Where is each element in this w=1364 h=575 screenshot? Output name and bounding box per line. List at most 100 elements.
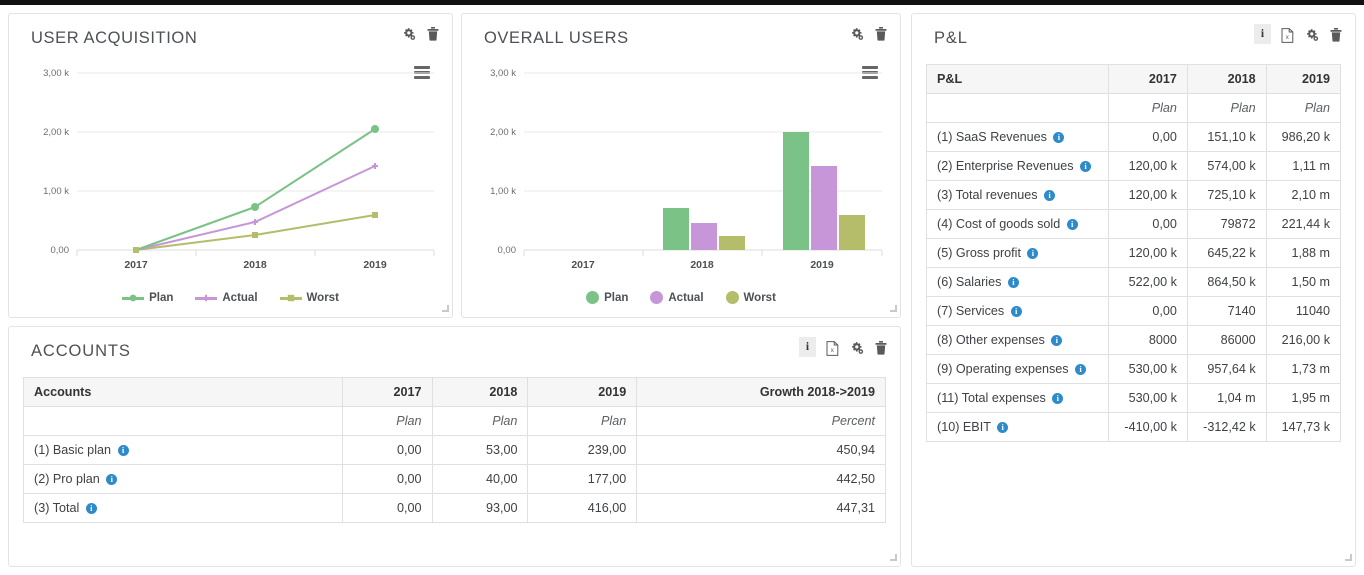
row-info-icon[interactable]: i <box>1080 161 1091 172</box>
pl-column-header: 2017 <box>1108 64 1188 94</box>
panel-resize-handle[interactable] <box>1343 554 1352 563</box>
panel-title: OVERALL USERS <box>484 29 629 47</box>
table-row[interactable]: (5) Gross profit i 120,00 k 645,22 k 1,88 m <box>925 238 1342 268</box>
accounts-table-area: Accounts 2017 2018 2019 Growth 2018->2019 Pl… <box>9 373 900 523</box>
panel-resize-handle[interactable] <box>888 554 897 563</box>
info-icon[interactable]: i <box>799 337 816 357</box>
table-row[interactable]: (3) Total i 0,00 93,00 416,00 447,31 <box>23 493 886 523</box>
row-info-icon[interactable]: i <box>106 474 118 485</box>
table-row[interactable]: (1) Basic plan i 0,00 53,00 239,00 450,94 <box>23 435 886 465</box>
svg-text:2017: 2017 <box>124 259 148 271</box>
panel-header-icons: i x <box>799 337 888 357</box>
pl-value-cell: 216,00 k <box>1265 325 1342 355</box>
export-xls-icon[interactable]: x <box>825 340 840 356</box>
panel-accounts: ACCOUNTS i x Accounts 2017 2018 2019 Gro… <box>8 326 901 567</box>
panel-header-icons <box>849 26 888 42</box>
pl-value-cell: 2,10 m <box>1265 180 1342 210</box>
table-row[interactable]: (4) Cost of goods sold i 0,00 79872 221,44 … <box>925 209 1342 239</box>
gear-icon[interactable] <box>849 26 864 42</box>
row-info-icon[interactable]: i <box>1051 335 1063 346</box>
legend-item-actual[interactable]: Actual <box>650 291 704 304</box>
trash-icon[interactable] <box>1328 27 1343 43</box>
svg-text:x: x <box>831 347 835 354</box>
legend-item-plan[interactable]: Plan <box>586 291 628 304</box>
table-row[interactable]: (9) Operating expenses i 530,00 k 957,64 k… <box>925 354 1342 384</box>
table-row[interactable]: (8) Other expenses i 8000 86000 216,00 k <box>925 325 1342 355</box>
row-info-icon[interactable]: i <box>1010 306 1022 317</box>
trash-icon[interactable] <box>425 26 440 42</box>
gear-icon[interactable] <box>849 340 864 356</box>
pl-column-header: P&L <box>925 64 1110 94</box>
row-info-icon[interactable]: i <box>1052 393 1064 404</box>
gear-icon[interactable] <box>401 26 416 42</box>
pl-value-cell: 86000 <box>1186 325 1267 355</box>
pl-table: P&L 2017 2018 2019 Plan Plan Plan (1) SaaS Rev… <box>925 64 1342 442</box>
row-info-icon[interactable]: i <box>1066 219 1078 230</box>
pl-row-label: (7) Services i <box>925 296 1110 326</box>
pl-value-cell: 574,00 k <box>1186 151 1267 181</box>
accounts-value-cell: 416,00 <box>527 493 638 523</box>
accounts-row-label: (3) Total i <box>23 493 343 523</box>
panel-overall-users: OVERALL USERS 3,00 k 2,00 k 1,00 k 0,00 … <box>461 13 901 318</box>
table-row[interactable]: (7) Services i 0,00 7140 11040 <box>925 296 1342 326</box>
pl-value-cell: 1,73 m <box>1265 354 1342 384</box>
svg-text:2019: 2019 <box>810 259 834 271</box>
pl-value-cell: 120,00 k <box>1108 180 1188 210</box>
table-row[interactable]: (1) SaaS Revenues i 0,00 151,10 k 986,20 k <box>925 122 1342 152</box>
row-info-icon[interactable]: i <box>1027 248 1039 259</box>
row-info-icon[interactable]: i <box>997 422 1009 433</box>
table-row[interactable]: (2) Pro plan i 0,00 40,00 177,00 442,50 <box>23 464 886 494</box>
trash-icon[interactable] <box>873 26 888 42</box>
legend-item-actual[interactable]: Actual <box>195 292 258 304</box>
panel-header-icons: i x <box>1254 24 1343 44</box>
row-info-icon[interactable]: i <box>1053 132 1065 143</box>
export-xls-icon[interactable]: x <box>1280 27 1295 43</box>
legend-marker-actual <box>650 291 664 304</box>
legend-label-plan: Plan <box>604 291 629 304</box>
row-info-icon[interactable]: i <box>117 445 129 456</box>
legend-label-plan: Plan <box>149 292 174 304</box>
table-row[interactable]: (11) Total expenses i 530,00 k 1,04 m 1,95 … <box>925 383 1342 413</box>
info-icon[interactable]: i <box>1254 24 1271 44</box>
legend-item-worst[interactable]: Worst <box>725 291 776 304</box>
panel-resize-handle[interactable] <box>888 305 897 314</box>
table-row[interactable]: (10) EBIT i -410,00 k -312,42 k 147,73 k <box>925 412 1342 442</box>
accounts-value-cell: 442,50 <box>636 464 886 494</box>
row-info-icon[interactable]: i <box>1007 277 1019 288</box>
svg-text:1,00 k: 1,00 k <box>43 186 69 197</box>
pl-value-cell: 530,00 k <box>1108 354 1188 384</box>
pl-value-cell: 864,50 k <box>1186 267 1267 297</box>
accounts-value-cell: 0,00 <box>341 435 433 465</box>
panel-resize-handle[interactable] <box>440 305 449 314</box>
pl-value-cell: 120,00 k <box>1108 238 1188 268</box>
table-row[interactable]: (2) Enterprise Revenues i 120,00 k 574,00 … <box>925 151 1342 181</box>
user-acquisition-chart: 3,00 k 2,00 k 1,00 k 0,00 2017 2018 2019 <box>9 60 452 310</box>
panel-header-icons <box>401 26 440 42</box>
accounts-unit-cell: Plan <box>527 406 638 436</box>
legend-label-actual: Actual <box>668 291 704 304</box>
row-info-icon[interactable]: i <box>1044 190 1056 201</box>
pl-row-label: (1) SaaS Revenues i <box>925 122 1110 152</box>
legend-item-plan[interactable]: Plan <box>122 292 173 304</box>
legend-label-actual: Actual <box>222 292 258 304</box>
chart-legend: Plan Actual Worst <box>462 291 900 304</box>
table-row[interactable]: (6) Salaries i 522,00 k 864,50 k 1,50 m <box>925 267 1342 297</box>
trash-icon[interactable] <box>873 340 888 356</box>
gear-icon[interactable] <box>1304 27 1319 43</box>
legend-item-worst[interactable]: Worst <box>279 292 339 304</box>
line-chart-svg: 3,00 k 2,00 k 1,00 k 0,00 2017 2018 2019 <box>43 68 435 271</box>
svg-text:1,00 k: 1,00 k <box>490 186 516 197</box>
pl-value-cell: 7140 <box>1186 296 1267 326</box>
accounts-table: Accounts 2017 2018 2019 Growth 2018->2019 Pl… <box>23 377 886 523</box>
pl-row-label: (11) Total expenses i <box>925 383 1110 413</box>
pl-value-cell: 120,00 k <box>1108 151 1188 181</box>
pl-value-cell: -410,00 k <box>1108 412 1188 442</box>
accounts-value-cell: 177,00 <box>527 464 638 494</box>
legend-marker-worst <box>279 292 302 304</box>
row-info-icon[interactable]: i <box>1075 364 1087 375</box>
svg-text:2,00 k: 2,00 k <box>43 127 69 138</box>
accounts-value-cell: 40,00 <box>431 464 529 494</box>
table-header-row: P&L 2017 2018 2019 <box>925 64 1342 94</box>
row-info-icon[interactable]: i <box>85 503 97 514</box>
table-row[interactable]: (3) Total revenues i 120,00 k 725,10 k 2,10… <box>925 180 1342 210</box>
